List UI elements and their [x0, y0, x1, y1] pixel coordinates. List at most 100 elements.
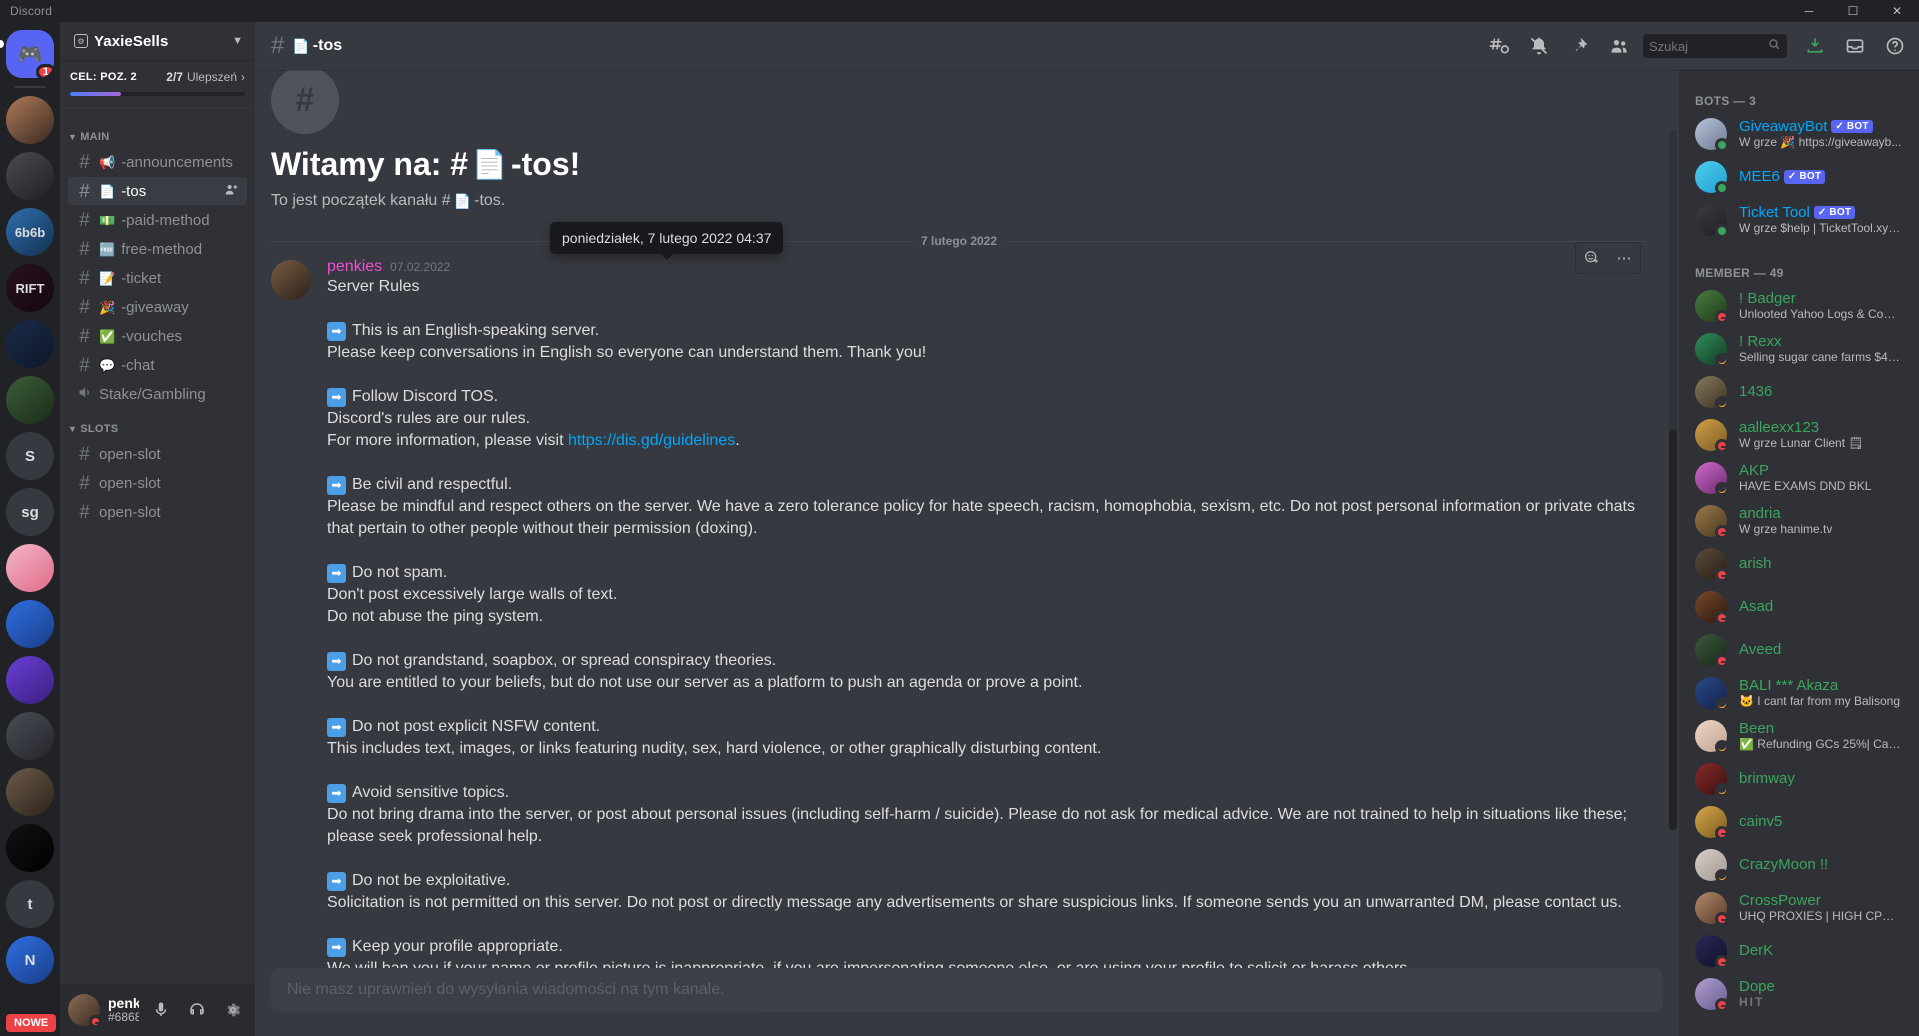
- close-button[interactable]: ✕: [1875, 0, 1919, 22]
- rule-item: ➡ Do not spam. Don't post excessively larg…: [327, 562, 1647, 628]
- guidelines-link[interactable]: https://dis.gd/guidelines: [568, 432, 735, 449]
- rule-item: ➡ Follow Discord TOS. Discord's rules are …: [327, 386, 1647, 452]
- member-list-item[interactable]: Aveed: [1687, 629, 1911, 671]
- composer-input: Nie masz uprawnień do wysyłania wiadomoś…: [271, 968, 1663, 1012]
- sidebar-item-giveaway[interactable]: # 🎉 -giveaway: [68, 293, 247, 321]
- threads-icon[interactable]: [1483, 30, 1515, 62]
- headset-icon[interactable]: [183, 996, 211, 1024]
- chevron-down-icon: ▼: [68, 424, 78, 434]
- member-list-item[interactable]: ! Badger Unlooted Yahoo Logs & Comb...: [1687, 285, 1911, 327]
- server-avatar-frog[interactable]: [6, 376, 54, 424]
- member-list-item[interactable]: AKP HAVE EXAMS DND BKL: [1687, 457, 1911, 499]
- premium-progress-box[interactable]: CEL: POZ. 2 2/7 Ulepszeń ›: [60, 60, 255, 109]
- sidebar-item-open-slot[interactable]: # open-slot: [68, 469, 247, 497]
- member-list-item[interactable]: BALI *** Akaza 🐱 I cant far from my Balis…: [1687, 672, 1911, 714]
- server-avatar-n[interactable]: N: [6, 936, 54, 984]
- server-avatar-6b6b[interactable]: 6b6b: [6, 208, 54, 256]
- server-avatar-skull[interactable]: [6, 824, 54, 872]
- welcome-title-prefix: Witamy na: #: [271, 146, 469, 182]
- status-badge: [89, 1015, 103, 1028]
- avatar: [1695, 118, 1729, 152]
- message-author[interactable]: penkies: [327, 258, 382, 276]
- search-icon: [1768, 38, 1781, 54]
- sidebar-item-announcements[interactable]: # 📢 -announcements: [68, 148, 247, 176]
- member-list-item[interactable]: cainv5: [1687, 801, 1911, 843]
- guild-header[interactable]: ⚙ YaxieSells ▼: [60, 22, 255, 60]
- server-avatar-cat[interactable]: [6, 768, 54, 816]
- server-avatar-1[interactable]: [6, 96, 54, 144]
- channel-welcome: # Witamy na: # 📄 -tos! To jest początek …: [255, 70, 1663, 210]
- server-avatar-s[interactable]: S: [6, 432, 54, 480]
- member-list[interactable]: BOTS — 3 GiveawayBot ✓ BOT W grze 🎉 https:…: [1679, 70, 1919, 1036]
- server-avatar-crown-blue[interactable]: [6, 600, 54, 648]
- message-hover-actions[interactable]: ⋯: [1575, 242, 1641, 274]
- more-options-icon[interactable]: ⋯: [1608, 243, 1640, 273]
- member-list-item[interactable]: brimway: [1687, 758, 1911, 800]
- pin-icon[interactable]: [1563, 30, 1595, 62]
- microphone-icon[interactable]: [147, 996, 175, 1024]
- sidebar-item-chat[interactable]: # 💬 -chat: [68, 351, 247, 379]
- gear-icon[interactable]: [219, 996, 247, 1024]
- chevron-down-icon[interactable]: ▼: [232, 35, 243, 47]
- server-avatar-pink[interactable]: [6, 544, 54, 592]
- message-scroller[interactable]: # Witamy na: # 📄 -tos! To jest początek …: [255, 70, 1679, 1036]
- category-slots[interactable]: ▼ SLOTS: [60, 409, 255, 439]
- category-main[interactable]: ▼ MAIN: [60, 117, 255, 147]
- channel-topbar: # 📄 -tos Szukaj: [255, 22, 1919, 70]
- sidebar-item-open-slot[interactable]: # open-slot: [68, 440, 247, 468]
- sidebar-item-vouches[interactable]: # ✅ -vouches: [68, 322, 247, 350]
- search-input[interactable]: Szukaj: [1643, 34, 1787, 58]
- member-list-item[interactable]: 1436: [1687, 371, 1911, 413]
- minimize-button[interactable]: ─: [1787, 0, 1831, 22]
- server-avatar-t[interactable]: t: [6, 880, 54, 928]
- inbox-download-icon[interactable]: [1799, 30, 1831, 62]
- sidebar-item-free-method[interactable]: # 🆓 free-method: [68, 235, 247, 263]
- member-list-item[interactable]: DerK: [1687, 930, 1911, 972]
- rule-line: Please keep conversations in English so …: [327, 344, 927, 361]
- avatar[interactable]: [68, 994, 103, 1028]
- avatar: [1695, 720, 1729, 754]
- rule-heading: Avoid sensitive topics.: [352, 784, 510, 801]
- member-status-text: Unlooted Yahoo Logs & Comb...: [1739, 308, 1903, 322]
- add-reaction-icon[interactable]: [1576, 243, 1608, 273]
- message-scrollbar[interactable]: [1669, 130, 1677, 830]
- channel-list[interactable]: ▼ MAIN # 📢 -announcements # 📄 -tos # 💵 -paid-metho…: [60, 109, 255, 984]
- member-list-item[interactable]: Asad: [1687, 586, 1911, 628]
- sidebar-item-paid-method[interactable]: # 💵 -paid-method: [68, 206, 247, 234]
- server-avatar-crown-purple[interactable]: [6, 656, 54, 704]
- bell-off-icon[interactable]: [1523, 30, 1555, 62]
- server-avatar-sg[interactable]: sg: [6, 488, 54, 536]
- server-avatar-rift[interactable]: RIFT: [6, 264, 54, 312]
- sidebar-item-ticket[interactable]: # 📝 -ticket: [68, 264, 247, 292]
- member-list-item[interactable]: andria W grze hanime.tv: [1687, 500, 1911, 542]
- arrow-right-icon: ➡: [327, 564, 346, 583]
- member-name: ! Rexx: [1739, 332, 1782, 350]
- member-list-item[interactable]: CrazyMoon !!: [1687, 844, 1911, 886]
- server-avatar-2[interactable]: [6, 152, 54, 200]
- server-avatar-dragon[interactable]: [6, 320, 54, 368]
- avatar[interactable]: [271, 260, 311, 300]
- maximize-button[interactable]: ☐: [1831, 0, 1875, 22]
- bot-list-item[interactable]: GiveawayBot ✓ BOT W grze 🎉 https://giveawa…: [1687, 113, 1911, 155]
- sidebar-item-tos[interactable]: # 📄 -tos: [68, 177, 247, 205]
- bot-list-item[interactable]: Ticket Tool ✓ BOT W grze $help | TicketToo…: [1687, 199, 1911, 241]
- member-list-item[interactable]: Dope HIT: [1687, 973, 1911, 1015]
- member-list-item[interactable]: aalleexx123 W grze Lunar Client 🗒: [1687, 414, 1911, 456]
- sidebar-item-stake-gambling[interactable]: Stake/Gambling: [68, 380, 247, 408]
- member-list-item[interactable]: arish: [1687, 543, 1911, 585]
- member-list-item[interactable]: Been ✅ Refunding GCs 25%| Cash...: [1687, 715, 1911, 757]
- rule-link-suffix: .: [735, 432, 740, 449]
- add-member-icon[interactable]: [224, 182, 239, 200]
- arrow-right-icon: ➡: [327, 652, 346, 671]
- welcome-emoji: 📄: [472, 148, 507, 180]
- help-icon[interactable]: [1879, 30, 1911, 62]
- sidebar-item-open-slot[interactable]: # open-slot: [68, 498, 247, 526]
- member-list-item[interactable]: ! Rexx Selling sugar cane farms $4/p...: [1687, 328, 1911, 370]
- scrollbar-thumb[interactable]: [1669, 430, 1677, 830]
- member-list-item[interactable]: CrossPower UHQ PROXIES | HIGH CPM | B...: [1687, 887, 1911, 929]
- bot-list-item[interactable]: MEE6 ✓ BOT: [1687, 156, 1911, 198]
- home-button[interactable]: 🎮 1: [6, 30, 54, 78]
- inbox-icon[interactable]: [1839, 30, 1871, 62]
- members-icon[interactable]: [1603, 30, 1635, 62]
- server-avatar-crown-grey[interactable]: [6, 712, 54, 760]
